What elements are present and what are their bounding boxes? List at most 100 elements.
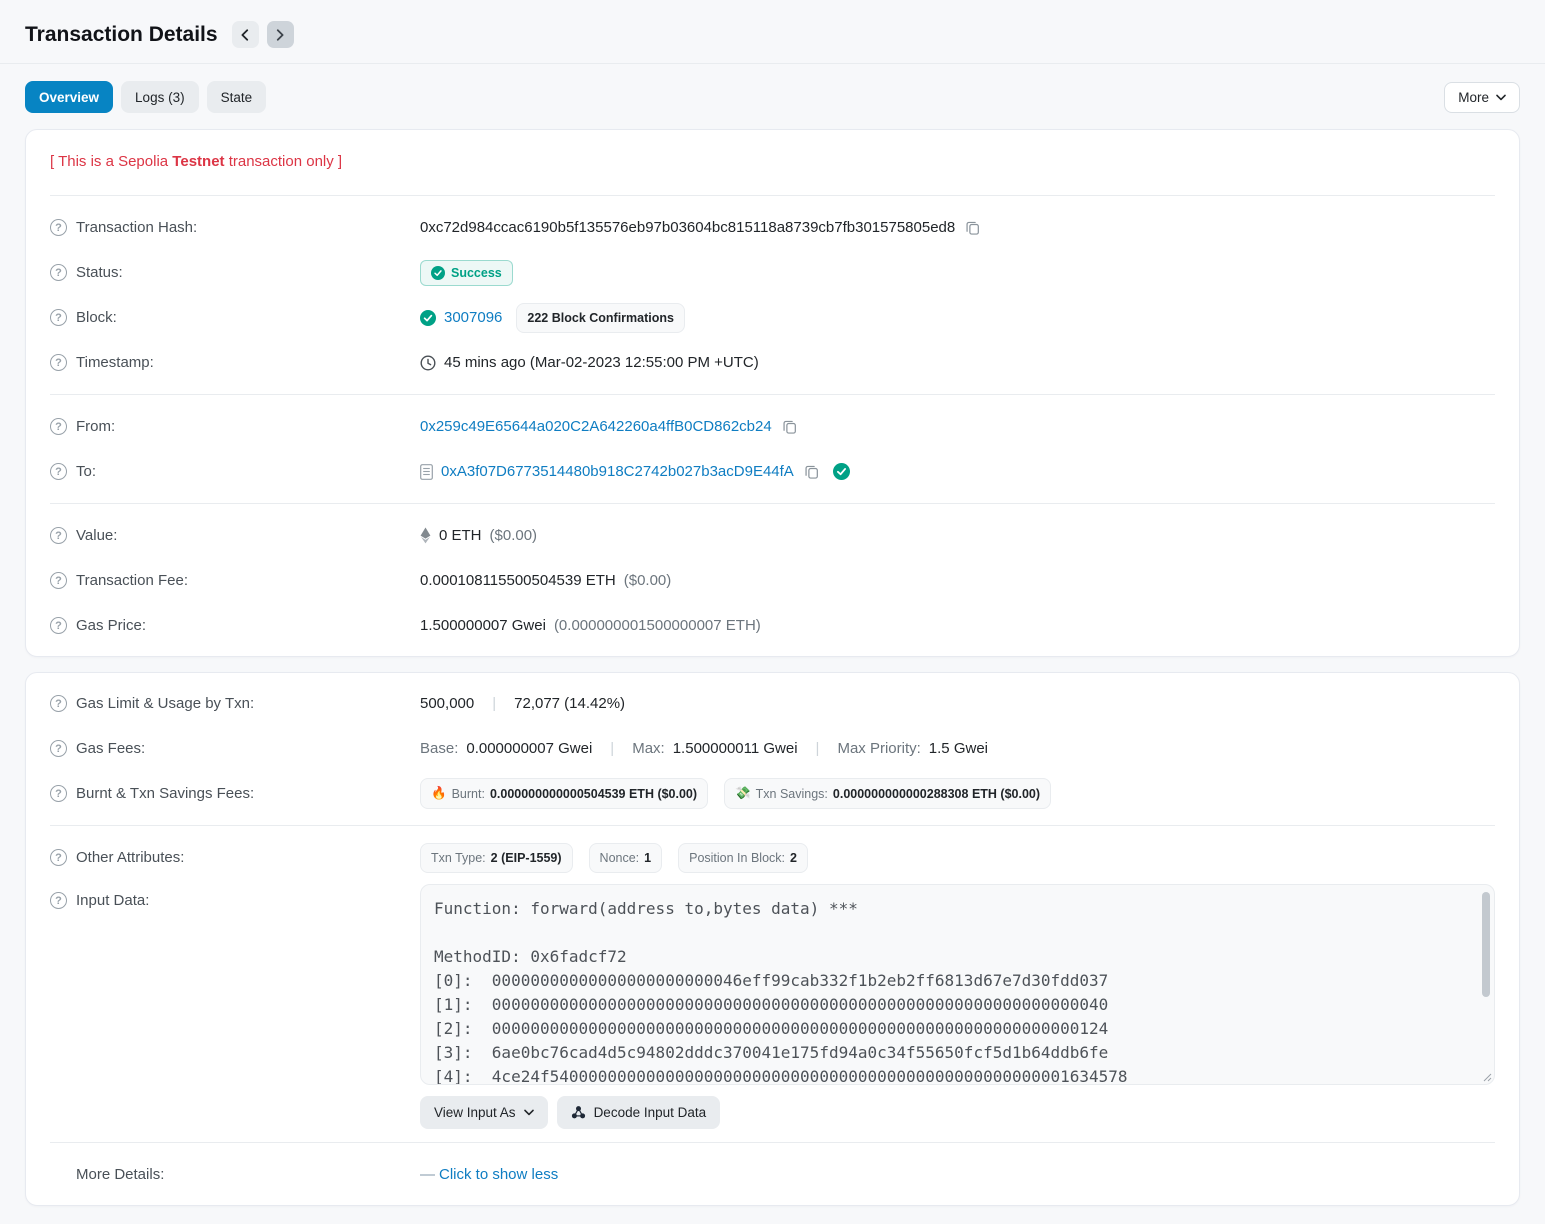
- help-icon[interactable]: ?: [50, 695, 67, 712]
- txn-savings-value: 0.000000000000288308 ETH ($0.00): [833, 787, 1040, 801]
- more-dropdown-label: More: [1458, 90, 1489, 105]
- molecule-icon: [571, 1105, 586, 1120]
- help-icon[interactable]: ?: [50, 354, 67, 371]
- burnt-fee-badge: 🔥 Burnt: 0.000000000000504539 ETH ($0.00…: [420, 778, 708, 809]
- chevron-down-icon: [524, 1109, 534, 1116]
- money-wings-icon: 💸: [735, 786, 751, 801]
- tab-overview[interactable]: Overview: [25, 81, 113, 113]
- value-label: Value:: [76, 527, 117, 544]
- row-value: ? Value: 0 ETH ($0.00): [50, 513, 1495, 558]
- chevron-right-icon: [276, 29, 284, 41]
- tab-logs[interactable]: Logs (3): [121, 81, 199, 113]
- status-badge: Success: [420, 260, 513, 286]
- more-dropdown-button[interactable]: More: [1444, 82, 1520, 113]
- row-input-data: ? Input Data: Function: forward(address …: [50, 880, 1495, 1133]
- divider: [50, 825, 1495, 826]
- page-header: Transaction Details: [25, 0, 1520, 63]
- details-card: ? Gas Limit & Usage by Txn: 500,000 | 72…: [25, 672, 1520, 1206]
- copy-from-address-button[interactable]: [780, 419, 799, 434]
- clock-icon: [420, 355, 436, 371]
- help-icon[interactable]: ?: [50, 219, 67, 236]
- value-usd: ($0.00): [490, 527, 538, 544]
- copy-icon: [782, 419, 797, 434]
- txn-type-value: 2 (EIP-1559): [491, 851, 562, 865]
- gas-limit-usage-label: Gas Limit & Usage by Txn:: [76, 695, 254, 712]
- copy-icon: [804, 464, 819, 479]
- block-number-link[interactable]: 3007096: [444, 309, 502, 326]
- contract-icon: [420, 464, 433, 480]
- base-fee-value: 0.000000007 Gwei: [466, 740, 592, 757]
- help-icon[interactable]: ?: [50, 527, 67, 544]
- chevron-down-icon: [1496, 94, 1506, 101]
- help-icon[interactable]: ?: [50, 418, 67, 435]
- base-fee-label: Base:: [420, 740, 458, 757]
- view-input-as-button[interactable]: View Input As: [420, 1096, 548, 1129]
- max-fee-label: Max:: [632, 740, 665, 757]
- help-icon[interactable]: ?: [50, 617, 67, 634]
- fire-icon: 🔥: [431, 786, 447, 801]
- from-address-link[interactable]: 0x259c49E65644a020C2A642260a4ffB0CD862cb…: [420, 418, 772, 435]
- tab-state[interactable]: State: [207, 81, 267, 113]
- txn-savings-name: Txn Savings:: [756, 787, 828, 801]
- more-details-label: More Details:: [76, 1166, 164, 1183]
- timestamp-label: Timestamp:: [76, 354, 154, 371]
- copy-transaction-hash-button[interactable]: [963, 220, 982, 235]
- row-status: ? Status: Success: [50, 250, 1495, 295]
- max-priority-fee-value: 1.5 Gwei: [929, 740, 988, 757]
- block-label: Block:: [76, 309, 117, 326]
- max-fee-value: 1.500000011 Gwei: [673, 740, 798, 757]
- next-transaction-button[interactable]: [267, 21, 294, 48]
- gas-price-amount: 1.500000007 Gwei: [420, 617, 546, 634]
- help-icon[interactable]: ?: [50, 264, 67, 281]
- gas-limit-value: 500,000: [420, 695, 474, 712]
- input-data-scrollbar[interactable]: [1482, 892, 1490, 997]
- verified-check-icon: [833, 463, 850, 480]
- decode-input-data-label: Decode Input Data: [594, 1105, 707, 1120]
- txn-type-badge: Txn Type: 2 (EIP-1559): [420, 843, 573, 873]
- row-block: ? Block: 3007096 222 Block Confirmations: [50, 295, 1495, 340]
- position-in-block-value: 2: [790, 851, 797, 865]
- row-transaction-fee: ? Transaction Fee: 0.000108115500504539 …: [50, 558, 1495, 603]
- help-icon[interactable]: ?: [50, 785, 67, 802]
- to-address-link[interactable]: 0xA3f07D6773514480b918C2742b027b3acD9E44…: [441, 463, 794, 480]
- chevron-left-icon: [241, 29, 249, 41]
- tab-bar: Overview Logs (3) State More: [25, 64, 1520, 129]
- dash-icon: —: [420, 1166, 435, 1183]
- help-icon[interactable]: ?: [50, 309, 67, 326]
- separator: |: [816, 740, 820, 757]
- timestamp-value: 45 mins ago (Mar-02-2023 12:55:00 PM +UT…: [444, 354, 759, 371]
- help-icon[interactable]: ?: [50, 572, 67, 589]
- copy-to-address-button[interactable]: [802, 464, 821, 479]
- previous-transaction-button[interactable]: [232, 21, 259, 48]
- resize-grip-icon[interactable]: [1481, 1071, 1492, 1082]
- value-amount: 0 ETH: [439, 527, 482, 544]
- help-icon[interactable]: ?: [50, 892, 67, 909]
- from-label: From:: [76, 418, 115, 435]
- input-data-textarea[interactable]: Function: forward(address to,bytes data)…: [420, 884, 1495, 1085]
- input-data-label: Input Data:: [76, 892, 149, 909]
- check-circle-icon: [420, 310, 436, 326]
- view-input-as-label: View Input As: [434, 1105, 516, 1120]
- separator: |: [610, 740, 614, 757]
- show-less-link[interactable]: —Click to show less: [420, 1166, 558, 1183]
- row-to: ? To: 0xA3f07D6773514480b918C2742b027b3a…: [50, 449, 1495, 494]
- row-gas-price: ? Gas Price: 1.500000007 Gwei (0.0000000…: [50, 603, 1495, 648]
- gas-price-label: Gas Price:: [76, 617, 146, 634]
- help-icon[interactable]: ?: [50, 740, 67, 757]
- transaction-hash-label: Transaction Hash:: [76, 219, 197, 236]
- row-timestamp: ? Timestamp: 45 mins ago (Mar-02-2023 12…: [50, 340, 1495, 385]
- transaction-hash-value: 0xc72d984ccac6190b5f135576eb97b03604bc81…: [420, 219, 955, 236]
- decode-input-data-button[interactable]: Decode Input Data: [557, 1096, 721, 1129]
- gas-usage-value: 72,077 (14.42%): [514, 695, 625, 712]
- row-other-attributes: ? Other Attributes: Txn Type: 2 (EIP-155…: [50, 835, 1495, 880]
- txn-savings-badge: 💸 Txn Savings: 0.000000000000288308 ETH …: [724, 778, 1051, 809]
- divider: [50, 394, 1495, 395]
- divider: [50, 195, 1495, 196]
- max-priority-fee-label: Max Priority:: [837, 740, 920, 757]
- help-icon[interactable]: ?: [50, 849, 67, 866]
- other-attributes-label: Other Attributes:: [76, 849, 184, 866]
- nonce-value: 1: [644, 851, 651, 865]
- input-data-content: Function: forward(address to,bytes data)…: [434, 897, 1464, 1085]
- help-icon[interactable]: ?: [50, 463, 67, 480]
- transaction-fee-label: Transaction Fee:: [76, 572, 188, 589]
